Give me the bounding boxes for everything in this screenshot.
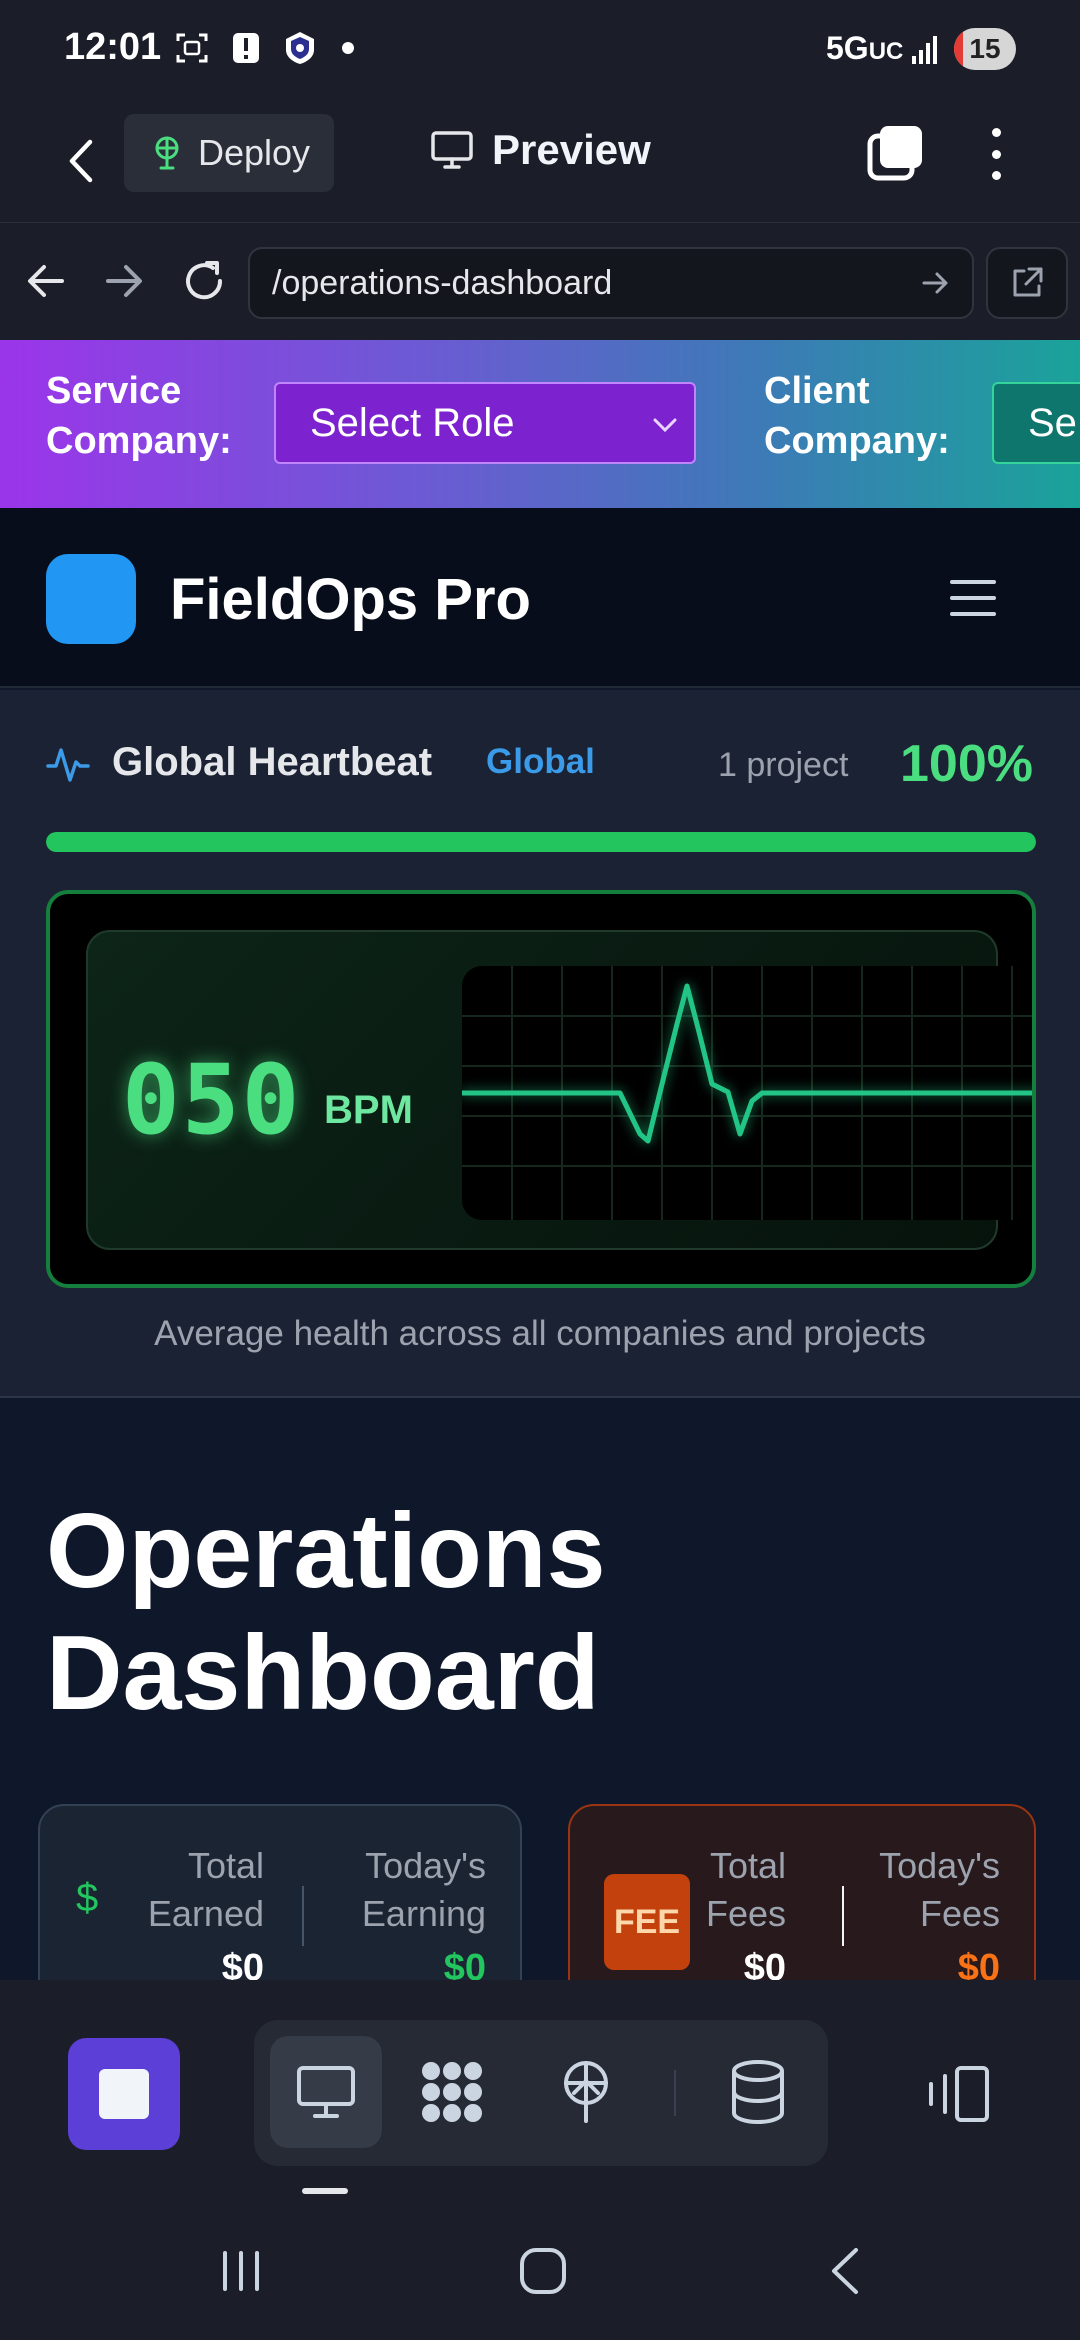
browser-forward-button[interactable]: [96, 253, 152, 309]
deploy-label: Deploy: [198, 132, 311, 173]
monitor-icon: [431, 131, 473, 169]
screenshot-icon: [174, 30, 210, 66]
service-role-select[interactable]: Select Role: [274, 382, 696, 464]
client-role-select[interactable]: Se: [992, 382, 1080, 464]
dot-icon: [991, 128, 1001, 137]
app-logo[interactable]: [46, 554, 136, 644]
dot-icon: [991, 171, 1001, 180]
home-icon: [520, 2248, 566, 2294]
url-bar: /operations-dashboard: [0, 222, 1080, 340]
client-role-value: Se: [1028, 400, 1077, 445]
recent-apps-button[interactable]: [196, 2236, 286, 2306]
device-toggle-button[interactable]: [920, 2046, 996, 2142]
dock-preview-button[interactable]: [270, 2036, 382, 2148]
card-divider: [302, 1886, 304, 1946]
editor-dock: [0, 1980, 1080, 2206]
status-time: 12:01: [64, 26, 162, 68]
dock-apps-button[interactable]: [396, 2036, 508, 2148]
dot-icon: [991, 149, 1001, 159]
global-heartbeat-panel: Global Heartbeat Global 1 project 100% 0…: [0, 690, 1080, 1398]
monitor-icon: [297, 2066, 355, 2118]
arrow-left-icon: [28, 265, 64, 297]
activity-icon: [46, 748, 90, 782]
recent-apps-icon: [223, 2251, 259, 2291]
tabs-button[interactable]: [866, 122, 926, 182]
app-title: FieldOps Pro: [170, 567, 531, 632]
health-percent: 100%: [900, 735, 1033, 793]
bpm-unit: BPM: [324, 1088, 413, 1132]
notification-dot: [342, 42, 354, 54]
home-button[interactable]: [498, 2236, 588, 2306]
chevron-down-icon: [653, 418, 677, 433]
heartbeat-scope-badge: Global: [486, 742, 595, 781]
tabs-icon: [867, 126, 922, 181]
network-indicator: 5GUC: [826, 30, 904, 66]
dock-deploy-button[interactable]: [530, 2036, 642, 2148]
deploy-tower-icon: [564, 2061, 608, 2123]
back-button[interactable]: [56, 130, 106, 192]
project-count: 1 project: [718, 746, 849, 784]
android-nav-bar: [0, 2206, 1080, 2340]
total-fees-stat: Total Fees $0: [705, 1845, 786, 1989]
earnings-card[interactable]: $ Total Earned $0 Today's Earning $0: [38, 1804, 522, 2004]
fees-card[interactable]: FEE Total Fees $0 Today's Fees $0: [568, 1804, 1036, 2004]
ecg-waveform: [462, 966, 1032, 1220]
stop-button[interactable]: [68, 2038, 180, 2150]
deploy-tower-icon: [155, 136, 179, 170]
client-company-label: Client Company:: [764, 370, 950, 462]
battery-indicator: 15: [954, 28, 1016, 70]
signal-icon: [912, 32, 942, 64]
apps-grid-icon: [422, 2062, 482, 2122]
dock-tool-group: [254, 2020, 828, 2166]
system-back-button[interactable]: [800, 2236, 890, 2306]
hamburger-menu-icon[interactable]: [950, 580, 996, 616]
heart-monitor: 050 BPM: [46, 890, 1036, 1288]
browser-back-button[interactable]: [18, 253, 74, 309]
preview-label: Preview: [492, 126, 651, 173]
stop-icon: [99, 2069, 149, 2119]
app-header: FieldOps Pro: [0, 508, 1080, 688]
open-external-button[interactable]: [986, 247, 1068, 319]
status-bar: 12:01 5GUC 15: [0, 0, 1080, 100]
dollar-icon: $: [76, 1876, 99, 1920]
service-role-value: Select Role: [310, 400, 515, 445]
reload-button[interactable]: [176, 253, 232, 309]
service-company-label: Service Company:: [46, 370, 232, 462]
fee-badge: FEE: [604, 1874, 690, 1970]
reload-icon: [186, 261, 223, 300]
todays-fees-stat: Today's Fees $0: [879, 1845, 1000, 1989]
go-arrow-icon[interactable]: [916, 263, 956, 303]
total-earned-stat: Total Earned $0: [147, 1845, 264, 1989]
shield-app-icon: [282, 30, 318, 66]
external-link-icon: [1013, 267, 1043, 297]
url-input[interactable]: /operations-dashboard: [248, 247, 974, 319]
more-menu-button[interactable]: [976, 124, 1016, 184]
editor-toolbar: Deploy Preview: [0, 100, 1080, 222]
database-icon: [732, 2060, 784, 2125]
dock-indicator: [302, 2188, 348, 2194]
heartbeat-caption: Average health across all companies and …: [154, 1314, 926, 1353]
page-title: Operations Dashboard: [46, 1492, 606, 1732]
arrow-right-icon: [106, 265, 142, 297]
status-icons: [174, 30, 354, 66]
dock-separator: [674, 2070, 676, 2116]
health-progress-bar: [46, 832, 1036, 852]
bpm-value: 050: [122, 1044, 302, 1156]
todays-earning-stat: Today's Earning $0: [361, 1845, 486, 1989]
preview-tab[interactable]: Preview: [430, 126, 651, 174]
role-selector-banner: Service Company: Select Role Client Comp…: [0, 340, 1080, 508]
chevron-left-icon: [832, 2248, 858, 2294]
deploy-button[interactable]: Deploy: [124, 114, 334, 192]
alert-icon: [228, 30, 264, 66]
chevron-left-icon: [69, 139, 93, 183]
heartbeat-title: Global Heartbeat: [112, 740, 433, 784]
device-frame-icon: [929, 2066, 989, 2122]
dock-database-button[interactable]: [702, 2036, 814, 2148]
url-text: /operations-dashboard: [272, 263, 613, 302]
health-progress-fill: [46, 832, 1036, 852]
card-divider: [842, 1886, 844, 1946]
